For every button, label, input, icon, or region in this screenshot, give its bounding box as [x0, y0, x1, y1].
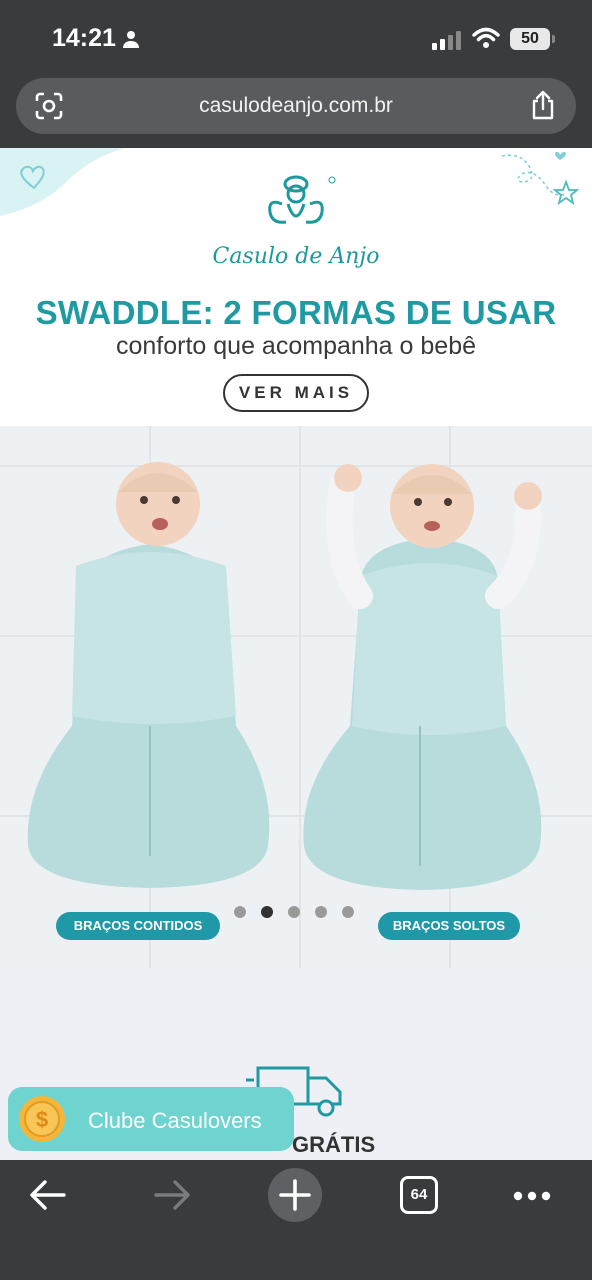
coin-icon: $ [19, 1096, 65, 1142]
banner-headline: SWADDLE: 2 FORMAS DE USAR [35, 294, 557, 331]
plus-icon [279, 1179, 311, 1211]
browser-toolbar: 64 [0, 1160, 592, 1280]
browser-top-bar: casulodeanjo.com.br [0, 72, 592, 148]
heart-icon [0, 148, 125, 216]
forward-icon[interactable] [152, 1178, 192, 1212]
ver-mais-button[interactable]: VER MAIS [223, 374, 369, 412]
carousel-dot-active[interactable] [261, 906, 273, 918]
battery-tip [552, 35, 555, 43]
hero-banner[interactable]: Casulo de Anjo SWADDLE: 2 FORMAS DE USAR… [0, 148, 592, 426]
carousel-dot[interactable] [315, 906, 327, 918]
svg-text:$: $ [36, 1107, 48, 1132]
carousel-dots [234, 906, 354, 918]
url-text[interactable]: casulodeanjo.com.br [16, 94, 576, 118]
wifi-icon [472, 27, 500, 48]
battery-indicator: 50 [510, 28, 550, 50]
address-bar[interactable]: casulodeanjo.com.br [16, 78, 576, 134]
clube-casulovers-label[interactable]: Clube Casulovers [88, 1108, 262, 1134]
logo-icon [268, 175, 336, 224]
banner-subheadline: conforto que acompanha o bebê [116, 332, 476, 360]
status-time: 14:21 [52, 24, 116, 52]
bracos-soltos-label[interactable]: BRAÇOS SOLTOS [378, 912, 520, 940]
share-icon[interactable] [530, 90, 556, 120]
carousel-dot[interactable] [288, 906, 300, 918]
new-tab-button[interactable] [268, 1168, 322, 1222]
swaddle-photo-image [0, 426, 592, 968]
star-icon [501, 152, 580, 206]
signal-icon [432, 31, 461, 50]
web-page: Casulo de Anjo SWADDLE: 2 FORMAS DE USAR… [0, 148, 592, 1160]
person-icon [123, 31, 139, 48]
status-bar: 14:21 50 [0, 0, 592, 72]
carousel-dot[interactable] [234, 906, 246, 918]
bracos-contidos-label[interactable]: BRAÇOS CONTIDOS [56, 912, 220, 940]
product-photo[interactable]: BRAÇOS CONTIDOS BRAÇOS SOLTOS [0, 426, 592, 968]
brand-name: Casulo de Anjo [212, 244, 380, 269]
back-icon[interactable] [28, 1178, 68, 1212]
tab-count-button[interactable]: 64 [400, 1176, 438, 1214]
carousel-dot[interactable] [342, 906, 354, 918]
clube-casulovers-button[interactable]: $ Clube Casulovers [8, 1087, 294, 1151]
more-icon[interactable] [512, 1190, 552, 1202]
frete-gratis-text: GRÁTIS [292, 1132, 376, 1157]
